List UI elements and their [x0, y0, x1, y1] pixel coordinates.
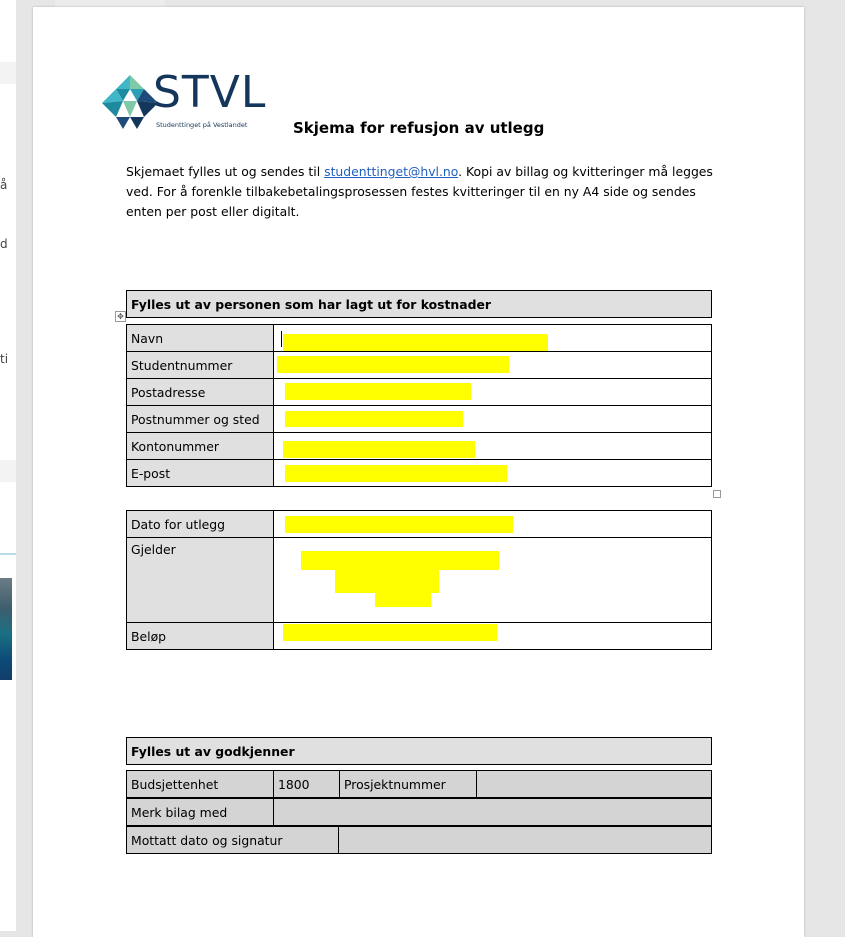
received-signature-field[interactable] [338, 826, 712, 854]
nav-pane-text-fragment: d [0, 237, 8, 251]
text-cursor [281, 331, 282, 347]
redaction-highlight [335, 570, 439, 593]
redaction-highlight [301, 551, 499, 570]
navigation-pane-partial: å d ti [0, 0, 16, 931]
budget-unit-value[interactable]: 1800 [273, 770, 340, 798]
field-label: E-post [126, 459, 274, 487]
field-label: Merk bilag med [126, 798, 274, 826]
approver-section-header: Fylles ut av godkjenner [126, 737, 712, 765]
field-label: Studentnummer [126, 351, 274, 379]
field-label: Postnummer og sted [126, 405, 274, 433]
field-label: Postadresse [126, 378, 274, 406]
table-row: Mottatt dato og signatur [126, 826, 712, 854]
field-label: Beløp [126, 622, 274, 650]
logo-wordmark: STVL [153, 67, 267, 118]
redaction-highlight [277, 356, 509, 373]
email-link[interactable]: studenttinget@hvl.no [324, 164, 458, 179]
table-row: Merk bilag med [126, 798, 712, 826]
nav-pane-thumbnail[interactable] [0, 578, 12, 680]
field-label: Mottatt dato og signatur [126, 826, 339, 854]
field-label: Prosjektnummer [339, 770, 477, 798]
intro-text: Skjemaet fylles ut og sendes til [126, 164, 325, 179]
redaction-highlight [285, 411, 463, 427]
redaction-highlight [283, 624, 497, 641]
table-resize-handle[interactable] [713, 490, 721, 498]
nav-pane-text-fragment: ti [0, 352, 9, 366]
redaction-highlight [283, 334, 548, 351]
field-label: Navn [126, 324, 274, 352]
field-label: Dato for utlegg [126, 510, 274, 538]
redaction-highlight [283, 441, 475, 458]
redaction-highlight [285, 465, 507, 482]
table-row: Budsjettenhet 1800 Prosjektnummer [126, 770, 712, 798]
redaction-highlight [285, 516, 513, 533]
nav-pane-text-fragment: å [0, 178, 8, 192]
approver-section-header-table: Fylles ut av godkjenner [126, 737, 712, 765]
document-page[interactable]: STVL Studenttinget på Vestlandet Skjema … [33, 7, 804, 937]
nav-pane-row[interactable] [0, 62, 16, 84]
intro-paragraph: Skjemaet fylles ut og sendes til student… [126, 162, 726, 222]
nav-pane-divider [0, 553, 16, 555]
redaction-highlight [375, 591, 431, 607]
nav-pane-row[interactable] [0, 460, 16, 482]
approver-table-mark: Merk bilag med [126, 798, 712, 826]
person-section-header: Fylles ut av personen som har lagt ut fo… [126, 290, 712, 318]
field-label: Gjelder [126, 537, 274, 623]
person-section-header-table: Fylles ut av personen som har lagt ut fo… [126, 290, 712, 318]
approver-table: Budsjettenhet 1800 Prosjektnummer [126, 770, 712, 798]
logo-subtitle: Studenttinget på Vestlandet [156, 121, 248, 129]
table-move-handle-icon[interactable]: ✥ [115, 311, 126, 322]
form-title: Skjema for refusjon av utlegg [293, 119, 545, 137]
approver-table-received: Mottatt dato og signatur [126, 826, 712, 854]
field-label: Kontonummer [126, 432, 274, 460]
redaction-highlight [285, 383, 471, 400]
project-number-field[interactable] [476, 770, 712, 798]
field-label: Budsjettenhet [126, 770, 274, 798]
mark-voucher-field[interactable] [273, 798, 712, 826]
